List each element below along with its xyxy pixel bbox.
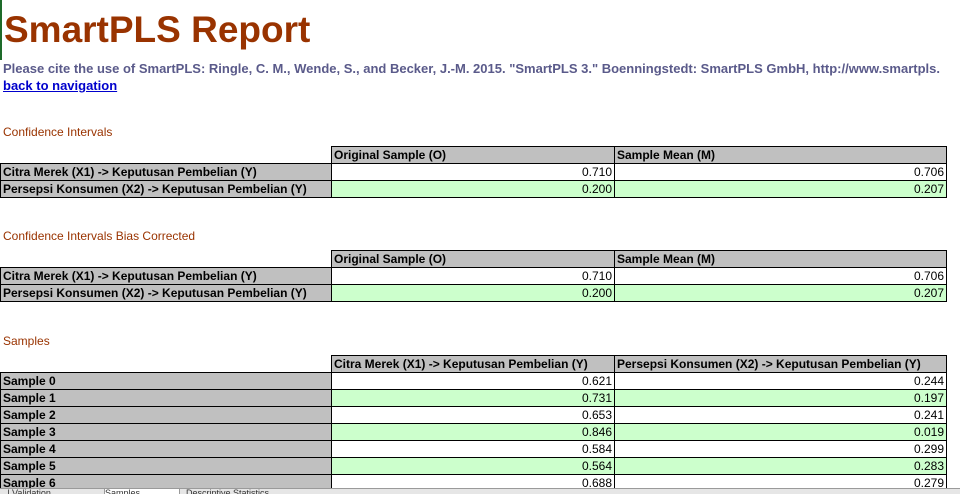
cell-value[interactable]: 0.731: [331, 389, 615, 407]
cell-value[interactable]: 0.584: [331, 440, 615, 458]
cell-value[interactable]: 0.207: [614, 284, 947, 302]
header-persepsi-konsumen: Persepsi Konsumen (X2) -> Keputusan Pemb…: [614, 355, 947, 373]
cell-value[interactable]: 0.706: [614, 163, 947, 181]
cell-value[interactable]: 0.200: [331, 180, 615, 198]
table-row: Persepsi Konsumen (X2) -> Keputusan Pemb…: [0, 284, 947, 302]
cell-value[interactable]: 0.710: [331, 267, 615, 285]
cell-value[interactable]: 0.241: [614, 406, 947, 424]
table-row: Sample 1 0.731 0.197: [0, 389, 947, 407]
cell-value[interactable]: 0.653: [331, 406, 615, 424]
row-label: Sample 4: [0, 440, 332, 458]
row-label: Citra Merek (X1) -> Keputusan Pembelian …: [0, 163, 332, 181]
row-label: Sample 0: [0, 372, 332, 390]
cell-value[interactable]: 0.197: [614, 389, 947, 407]
sheet-tab-validation[interactable]: ...l Validation: [0, 489, 100, 494]
table-header-row: Original Sample (O) Sample Mean (M): [0, 146, 947, 164]
row-label: Citra Merek (X1) -> Keputusan Pembelian …: [0, 267, 332, 285]
table-row: Citra Merek (X1) -> Keputusan Pembelian …: [0, 267, 947, 285]
sheet-tab-samples[interactable]: Samples: [104, 489, 180, 494]
cell-value[interactable]: 0.019: [614, 423, 947, 441]
back-to-navigation-link[interactable]: back to navigation: [3, 78, 117, 94]
header-blank-cell: [0, 355, 332, 373]
header-citra-merek: Citra Merek (X1) -> Keputusan Pembelian …: [331, 355, 615, 373]
row-label: Sample 2: [0, 406, 332, 424]
samples-table: Citra Merek (X1) -> Keputusan Pembelian …: [0, 355, 947, 492]
confidence-intervals-bias-corrected-table: Original Sample (O) Sample Mean (M) Citr…: [0, 250, 947, 302]
cell-value[interactable]: 0.283: [614, 457, 947, 475]
section-title-confidence-intervals: Confidence Intervals: [3, 125, 113, 139]
row-label: Sample 1: [0, 389, 332, 407]
confidence-intervals-table: Original Sample (O) Sample Mean (M) Citr…: [0, 146, 947, 198]
header-original-sample: Original Sample (O): [331, 146, 615, 164]
cell-value[interactable]: 0.244: [614, 372, 947, 390]
header-original-sample: Original Sample (O): [331, 250, 615, 268]
cell-value[interactable]: 0.207: [614, 180, 947, 198]
cell-value[interactable]: 0.710: [331, 163, 615, 181]
row-label: Persepsi Konsumen (X2) -> Keputusan Pemb…: [0, 180, 332, 198]
row-label: Sample 5: [0, 457, 332, 475]
report-title: SmartPLS Report: [4, 9, 311, 50]
header-blank-cell: [0, 250, 332, 268]
selection-marker: [0, 0, 2, 60]
section-title-samples: Samples: [3, 334, 50, 348]
table-row: Sample 5 0.564 0.283: [0, 457, 947, 475]
table-row: Sample 3 0.846 0.019: [0, 423, 947, 441]
row-label: Sample 3: [0, 423, 332, 441]
header-sample-mean: Sample Mean (M): [614, 250, 947, 268]
citation-text: Please cite the use of SmartPLS: Ringle,…: [3, 61, 940, 76]
table-row: Citra Merek (X1) -> Keputusan Pembelian …: [0, 163, 947, 181]
row-label: Persepsi Konsumen (X2) -> Keputusan Pemb…: [0, 284, 332, 302]
cell-value[interactable]: 0.846: [331, 423, 615, 441]
section-title-confidence-intervals-bias-corrected: Confidence Intervals Bias Corrected: [3, 229, 196, 243]
table-row: Sample 4 0.584 0.299: [0, 440, 947, 458]
cell-value[interactable]: 0.299: [614, 440, 947, 458]
header-blank-cell: [0, 146, 332, 164]
table-row: Sample 0 0.621 0.244: [0, 372, 947, 390]
table-header-row: Citra Merek (X1) -> Keputusan Pembelian …: [0, 355, 947, 373]
cell-value[interactable]: 0.564: [331, 457, 615, 475]
cell-value[interactable]: 0.621: [331, 372, 615, 390]
sheet-tab-descriptive-statistics[interactable]: Descriptive Statistics: [186, 489, 336, 494]
header-sample-mean: Sample Mean (M): [614, 146, 947, 164]
cell-value[interactable]: 0.200: [331, 284, 615, 302]
sheet-tab-bar: ...l Validation Samples Descriptive Stat…: [0, 488, 960, 494]
table-header-row: Original Sample (O) Sample Mean (M): [0, 250, 947, 268]
table-row: Persepsi Konsumen (X2) -> Keputusan Pemb…: [0, 180, 947, 198]
cell-value[interactable]: 0.706: [614, 267, 947, 285]
table-row: Sample 2 0.653 0.241: [0, 406, 947, 424]
